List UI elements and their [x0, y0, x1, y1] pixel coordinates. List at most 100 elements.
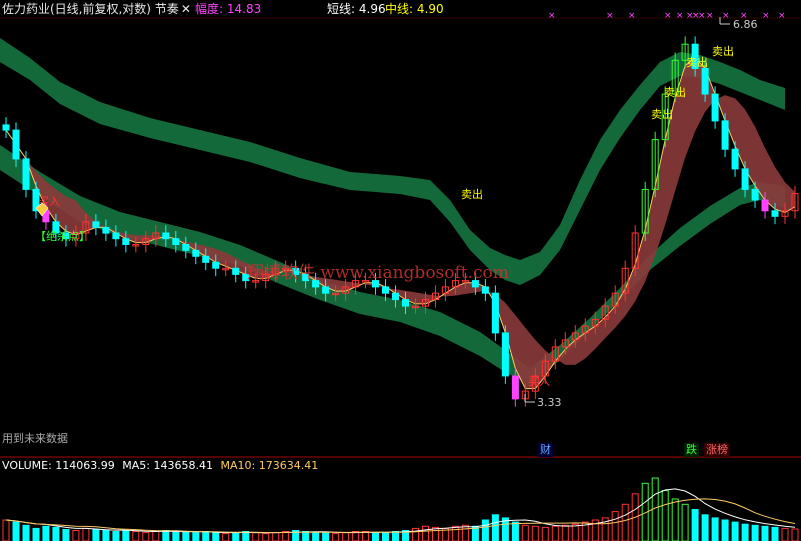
short-line-readout: 短线: 4.96 — [327, 0, 386, 18]
candle-body — [392, 292, 399, 301]
ma10-value: 173634.41 — [258, 459, 319, 472]
volume-bar — [252, 532, 260, 541]
top-signal-marker: × — [706, 11, 714, 21]
sell-label-3: 卖出 — [664, 85, 686, 99]
mid-line-readout: 中线: 4.90 — [385, 0, 444, 18]
volume-bar — [561, 524, 569, 541]
watermark: 翔博软件 www.xiangbosoft.com — [247, 263, 509, 283]
candle-body — [202, 255, 210, 263]
volume-bar — [611, 511, 619, 541]
volume-bar — [412, 527, 419, 541]
volume-bar — [751, 524, 759, 541]
volume-bar — [142, 532, 150, 541]
volume-bar — [42, 525, 50, 541]
candle-body — [751, 188, 759, 201]
sell-label-1: 卖出 — [461, 187, 483, 201]
ma5-label: MA5: — [122, 459, 151, 472]
volume-bar — [32, 527, 40, 541]
volume-bar — [182, 532, 190, 541]
volume-bar — [302, 531, 310, 541]
sell-label-2: 卖出 — [651, 107, 673, 121]
badge-die[interactable]: 跌 — [684, 443, 699, 457]
close-icon[interactable]: ✕ — [181, 2, 191, 16]
volume-bar — [701, 514, 709, 541]
volume-bar — [272, 532, 280, 541]
volume-header: VOLUME: 114063.99 MA5: 143658.41 MA10: 1… — [2, 458, 318, 474]
volume-bar — [491, 514, 499, 541]
volume-bar — [661, 490, 669, 541]
volume-bar — [202, 531, 210, 541]
buy-label-2: 买入 — [528, 375, 550, 388]
badge-zhangbang[interactable]: 涨榜 — [704, 443, 730, 457]
low-price-label: 3.33 — [537, 396, 562, 409]
volume-bar — [461, 524, 469, 541]
candle-body — [771, 210, 779, 217]
top-signal-marker: × — [548, 11, 556, 21]
candle-body — [761, 199, 769, 212]
candle-body — [481, 286, 489, 294]
candle-body — [162, 232, 170, 240]
top-signal-marker: × — [606, 11, 614, 21]
candle-body — [92, 221, 100, 228]
volume-bar — [771, 526, 779, 541]
volume-bar — [342, 532, 350, 541]
volume-bar — [102, 530, 110, 541]
candle-body — [511, 375, 519, 400]
jueshadian-label: 【绝杀点】 — [35, 229, 90, 243]
badge-cai[interactable]: 财 — [538, 443, 553, 457]
volume-bar — [112, 531, 120, 541]
volume-bar — [192, 532, 200, 541]
volume-bar — [2, 519, 10, 541]
amplitude-value: 14.83 — [226, 2, 262, 16]
volume-bar — [681, 503, 689, 541]
volume-bar — [521, 524, 529, 541]
volume-bar — [731, 521, 739, 541]
volume-bar — [62, 529, 70, 541]
candle-body — [731, 148, 739, 170]
volume-bar — [262, 533, 270, 541]
volume-bar — [322, 532, 330, 541]
volume-bar — [122, 530, 130, 541]
candle-body — [172, 238, 180, 245]
amplitude-label: 幅度: — [195, 2, 224, 16]
volume-bar — [312, 532, 320, 541]
candle-body — [2, 124, 10, 131]
volume-bar — [162, 530, 170, 541]
vol-value: 114063.99 — [55, 459, 115, 472]
volume-bar — [382, 532, 389, 541]
volume-bar — [511, 521, 519, 541]
mid-value: 4.90 — [416, 2, 444, 16]
volume-bar — [82, 527, 90, 541]
volume-ma10-line — [5, 498, 796, 534]
candle-body — [501, 332, 509, 377]
volume-bar — [741, 523, 749, 541]
sell-label-5: 卖出 — [712, 44, 734, 58]
future-data-label: 用到未来数据 — [2, 431, 68, 445]
stock-title: 佐力药业(日线,前复权,对数) 节奏 — [2, 2, 179, 16]
candle-body — [182, 244, 190, 251]
candle-body — [102, 226, 110, 234]
candle-body — [212, 261, 220, 269]
volume-bar — [711, 517, 719, 541]
candle-body — [122, 238, 130, 245]
volume-bar — [671, 498, 679, 541]
top-signal-marker: × — [664, 11, 672, 21]
volume-bar — [481, 519, 489, 541]
volume-bar — [621, 503, 629, 541]
volume-bar — [571, 523, 579, 541]
sell-label-4: 卖出 — [686, 55, 708, 69]
top-signal-marker: × — [762, 11, 770, 21]
volume-bar — [172, 531, 180, 541]
volume-bar — [551, 525, 559, 541]
candle-body — [192, 249, 200, 257]
volume-bar — [451, 525, 459, 541]
volume-bar — [12, 521, 20, 541]
volume-bar — [392, 531, 399, 541]
short-label: 短线: — [327, 2, 356, 16]
candle-body — [402, 299, 409, 307]
mid-label: 中线: — [385, 2, 414, 16]
candle-body — [322, 286, 330, 294]
candle-body — [112, 232, 120, 240]
volume-bar — [132, 531, 140, 541]
volume-bar — [541, 526, 549, 541]
